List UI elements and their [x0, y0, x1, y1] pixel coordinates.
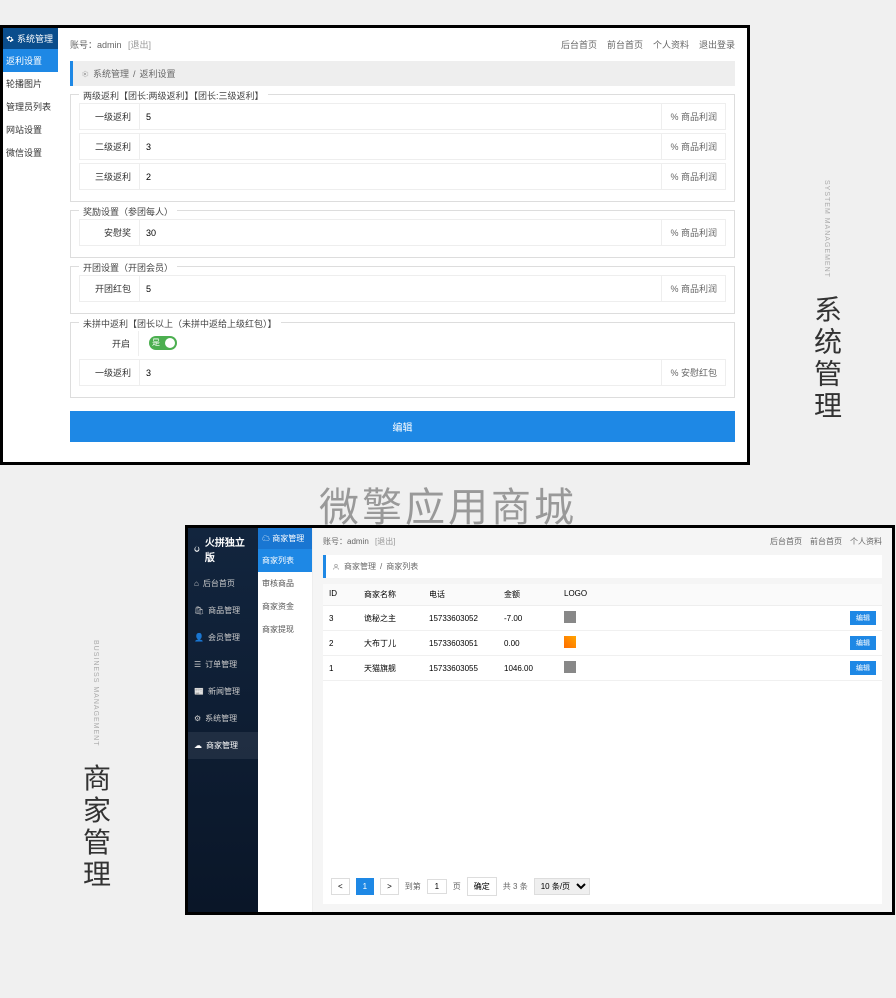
nav-system[interactable]: ⚙ 系统管理 — [188, 705, 258, 732]
input-level3-rebate[interactable] — [140, 166, 661, 188]
input-level2-rebate[interactable] — [140, 136, 661, 158]
nav-products[interactable]: 🛍 商品管理 — [188, 597, 258, 624]
logout-inline[interactable]: [退出] — [375, 537, 395, 546]
link-frontend-home[interactable]: 前台首页 — [810, 536, 842, 547]
toggle-dot-icon — [165, 338, 175, 348]
input-nj-level1[interactable] — [140, 362, 661, 384]
table-header: ID 商家名称 电话 金额 LOGO — [323, 584, 882, 606]
topbar-links: 后台首页 前台首页 个人资料 退出登录 — [561, 38, 735, 51]
fieldset-reward: 奖励设置（参团每人） 安慰奖 % 商品利润 — [70, 210, 735, 258]
page-next-button[interactable]: > — [380, 878, 399, 895]
brand: 火拼独立版 — [188, 528, 258, 570]
nav-orders[interactable]: ☰ 订单管理 — [188, 651, 258, 678]
row-consolation: 安慰奖 % 商品利润 — [79, 219, 726, 246]
logo-thumbnail — [564, 611, 576, 623]
system-management-panel: 系统管理 返利设置 轮播图片 管理员列表 网站设置 微信设置 账号：admin … — [0, 25, 750, 465]
sidebar-item-site[interactable]: 网站设置 — [3, 118, 58, 141]
edit-button[interactable]: 编辑 — [850, 636, 876, 650]
sidebar-item-wechat[interactable]: 微信设置 — [3, 141, 58, 164]
link-backend-home[interactable]: 后台首页 — [770, 536, 802, 547]
sub-item-withdraw[interactable]: 商家提现 — [258, 618, 312, 641]
sub-item-funds[interactable]: 商家资金 — [258, 595, 312, 618]
fieldset-title: 两级返利【团长:两级返利】【团长:三级返利】 — [79, 89, 268, 102]
breadcrumb: 商家管理 / 商家列表 — [323, 555, 882, 578]
main-content: 账号：admin [退出] 后台首页 前台首页 个人资料 退出登录 系统管理 /… — [58, 28, 747, 462]
row-open-redpacket: 开团红包 % 商品利润 — [79, 275, 726, 302]
row-enable-toggle: 开启 是 — [79, 331, 726, 356]
row-level3-rebate: 三级返利 % 商品利润 — [79, 163, 726, 190]
edit-button[interactable]: 编辑 — [850, 661, 876, 675]
sidebar: 系统管理 返利设置 轮播图片 管理员列表 网站设置 微信设置 — [3, 28, 58, 462]
page-confirm-button[interactable]: 确定 — [467, 877, 497, 896]
logo-thumbnail — [564, 636, 576, 648]
nav-news[interactable]: 📰 新闻管理 — [188, 678, 258, 705]
gear-icon — [81, 70, 89, 78]
topbar: 账号：admin [退出] 后台首页 前台首页 个人资料 — [323, 536, 882, 547]
logout-inline[interactable]: [退出] — [128, 40, 151, 50]
section-label-system: SYSTEM MANAGEMENT 系统管理 — [806, 180, 846, 423]
link-profile[interactable]: 个人资料 — [653, 38, 689, 51]
table-row: 2 大布丁儿 15733603051 0.00 编辑 — [323, 631, 882, 656]
flame-icon — [192, 544, 202, 554]
fieldset-title: 开团设置（开团会员） — [79, 261, 177, 274]
submit-button[interactable]: 编辑 — [70, 411, 735, 442]
row-nj-level1: 一级返利 % 安慰红包 — [79, 359, 726, 386]
sub-sidebar: ☁ 商家管理 商家列表 审核商品 商家资金 商家提现 — [258, 528, 313, 912]
gear-icon — [6, 35, 14, 43]
section-label-business: BUSINESS MANAGEMENT 商家管理 — [75, 640, 115, 892]
row-level1-rebate: 一级返利 % 商品利润 — [79, 103, 726, 130]
topbar-links: 后台首页 前台首页 个人资料 — [770, 536, 882, 547]
input-open-redpacket[interactable] — [140, 278, 661, 300]
input-level1-rebate[interactable] — [140, 106, 661, 128]
fieldset-title: 奖励设置（参团每人） — [79, 205, 177, 218]
sub-item-audit[interactable]: 审核商品 — [258, 572, 312, 595]
per-page-select[interactable]: 10 条/页 — [534, 878, 590, 895]
edit-button[interactable]: 编辑 — [850, 611, 876, 625]
page-goto-input[interactable] — [427, 879, 447, 894]
table-row: 3 诡秘之主 15733603052 -7.00 编辑 — [323, 606, 882, 631]
link-profile[interactable]: 个人资料 — [850, 536, 882, 547]
account-info: 账号：admin [退出] — [323, 536, 395, 547]
merchant-table: ID 商家名称 电话 金额 LOGO 3 诡秘之主 15733603052 -7… — [323, 584, 882, 869]
pagination: < 1 > 到第 页 确定 共 3 条 10 条/页 — [323, 869, 882, 904]
account-info: 账号：admin [退出] — [70, 38, 151, 51]
sidebar-item-admins[interactable]: 管理员列表 — [3, 95, 58, 118]
topbar: 账号：admin [退出] 后台首页 前台首页 个人资料 退出登录 — [70, 38, 735, 51]
fieldset-two-level-rebate: 两级返利【团长:两级返利】【团长:三级返利】 一级返利 % 商品利润 二级返利 … — [70, 94, 735, 202]
nav-business[interactable]: ☁ 商家管理 — [188, 732, 258, 759]
page-number-button[interactable]: 1 — [356, 878, 374, 895]
link-frontend-home[interactable]: 前台首页 — [607, 38, 643, 51]
fieldset-open-group: 开团设置（开团会员） 开团红包 % 商品利润 — [70, 266, 735, 314]
fieldset-not-joined: 未拼中返利【团长以上（未拼中返给上级红包）】 开启 是 一级返利 % 安慰红包 — [70, 322, 735, 398]
sidebar-item-rebate[interactable]: 返利设置 — [3, 49, 58, 72]
link-backend-home[interactable]: 后台首页 — [561, 38, 597, 51]
sidebar-header: 系统管理 — [3, 28, 58, 49]
nav-members[interactable]: 👤 会员管理 — [188, 624, 258, 651]
input-consolation[interactable] — [140, 222, 661, 244]
logo-thumbnail — [564, 661, 576, 673]
main-sidebar: 火拼独立版 ⌂ 后台首页 🛍 商品管理 👤 会员管理 ☰ 订单管理 📰 新闻管理… — [188, 528, 258, 912]
link-logout[interactable]: 退出登录 — [699, 38, 735, 51]
main-content: 账号：admin [退出] 后台首页 前台首页 个人资料 商家管理 / 商家列表… — [313, 528, 892, 912]
sub-item-list[interactable]: 商家列表 — [258, 549, 312, 572]
row-level2-rebate: 二级返利 % 商品利润 — [79, 133, 726, 160]
nav-home[interactable]: ⌂ 后台首页 — [188, 570, 258, 597]
user-icon — [332, 563, 340, 571]
business-management-panel: 火拼独立版 ⌂ 后台首页 🛍 商品管理 👤 会员管理 ☰ 订单管理 📰 新闻管理… — [185, 525, 895, 915]
breadcrumb: 系统管理 / 返利设置 — [70, 61, 735, 86]
fieldset-title: 未拼中返利【团长以上（未拼中返给上级红包）】 — [79, 317, 281, 330]
sub-sidebar-header: ☁ 商家管理 — [258, 528, 312, 549]
sidebar-header-label: 系统管理 — [17, 32, 53, 45]
enable-toggle[interactable]: 是 — [149, 336, 177, 350]
page-prev-button[interactable]: < — [331, 878, 350, 895]
table-row: 1 天猫旗舰 15733603055 1046.00 编辑 — [323, 656, 882, 681]
sidebar-item-carousel[interactable]: 轮播图片 — [3, 72, 58, 95]
